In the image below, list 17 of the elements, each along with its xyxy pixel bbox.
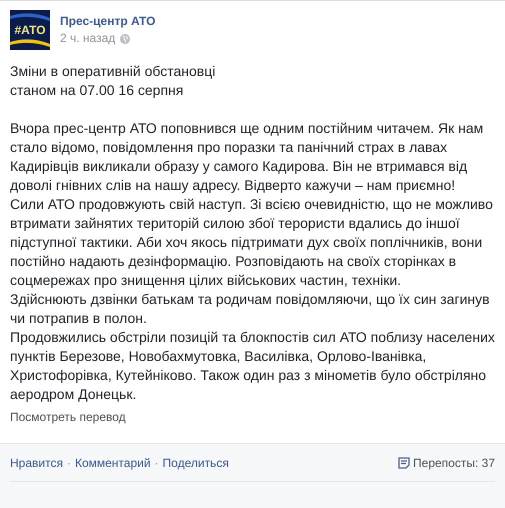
globe-icon — [120, 34, 130, 44]
avatar[interactable]: #АТО — [10, 10, 50, 50]
post-paragraph: Продовжились обстріли позицій та блокпостів сил АТО поблизу населених пунктів Березове, Новобахмутовка, Василівка, Орлово-Іванівка, Христофорівка, Кутейніково. Також один раз з мінометів було обстріляно аеродром Донецьк. — [10, 328, 495, 404]
separator-dot: · — [66, 455, 71, 472]
action-link[interactable]: Нравится — [10, 454, 63, 472]
post-paragraph: Вчора прес-центр АТО поповнився ще одним постійним читачем. Як нам стало відомо, повідомлення про поразки та панічний страх в лавах Кадирівців викликали образу у самого Кадирова. Він не втримався від доволі гнівних слів на нашу адресу. Відверто кажучи – нам приємно! — [10, 119, 484, 195]
shares-count[interactable]: Перепосты: 37 — [413, 454, 495, 472]
author-name[interactable]: Прес-центр АТО — [60, 14, 156, 29]
avatar-logo-text: #АТО — [14, 24, 46, 36]
post-paragraph: Здійснюють дзвінки батькам та родичам повідомляючи, що їх син загинув чи потрапив в полон. — [10, 290, 491, 328]
translate-link[interactable]: Посмотреть перевод — [10, 410, 126, 424]
shares-icon — [398, 457, 410, 469]
post-paragraph: Сили АТО продовжують свій наступ. Зі всією очевидністю, що не можливо втримати зайнятих територій силою збої терористи вдались до іншої підступної тактики. Аби хоч якось підтримати дух своїх поплічників, вони постійно надають дезінформацію. Розповідають на своїх сторінках в соцмережах про знищення цілих військових частин, техніки. — [10, 195, 494, 290]
separator-dot: · — [154, 455, 159, 472]
action-link[interactable]: Поделиться — [162, 454, 229, 472]
post-title: Зміни в оперативній обстановці станом на 07.00 16 серпня — [10, 62, 216, 100]
action-link[interactable]: Комментарий — [74, 454, 151, 472]
